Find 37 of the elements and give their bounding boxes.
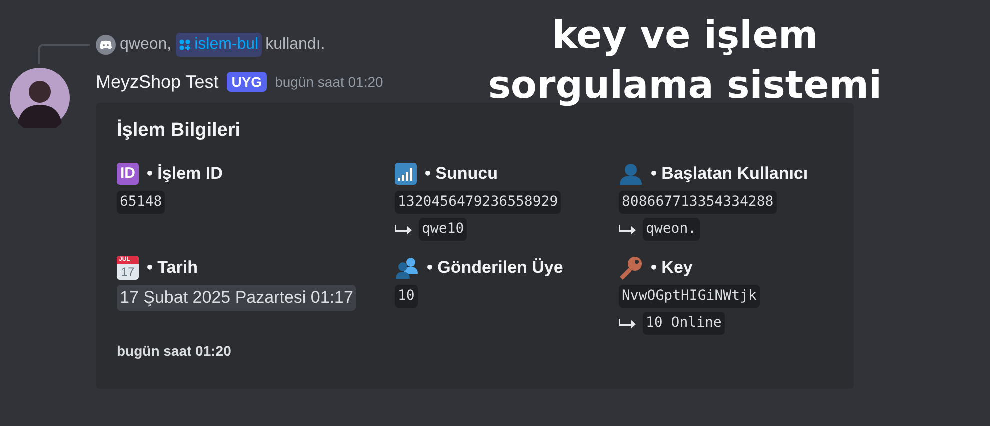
arrow-icon [619, 224, 637, 236]
app-tag: UYG [226, 72, 268, 92]
field-name: • Sunucu [425, 163, 498, 186]
user-avatar[interactable] [10, 68, 70, 128]
field-subvalue: qwe10 [419, 218, 468, 241]
arrow-icon [395, 224, 413, 236]
discord-avatar-icon [96, 35, 116, 55]
field-value: 65148 [117, 191, 166, 214]
overlay-title: key ve işlem [552, 12, 818, 59]
field-name: • İşlem ID [147, 163, 223, 186]
field-subvalue: 10 Online [643, 312, 725, 335]
field-name: • Gönderilen Üye [427, 257, 564, 280]
field-name: • Tarih [147, 257, 198, 280]
person-icon [619, 163, 643, 185]
field-name: • Başlatan Kullanıcı [651, 163, 808, 186]
embed-footer: bugün saat 01:20 [117, 341, 833, 362]
arrow-icon [619, 318, 637, 330]
embed-title: İşlem Bilgileri [117, 119, 242, 143]
command-mention[interactable]: islem-bul [176, 33, 262, 57]
signal-bars-icon [395, 163, 417, 185]
reply-suffix: kullandı. [266, 35, 326, 55]
message-time: bugün saat 01:20 [275, 72, 384, 92]
overlay-title: sorgulama sistemi [488, 62, 882, 109]
people-icon [395, 257, 419, 279]
reply-connector [38, 44, 90, 64]
field-name: • Key [651, 257, 693, 280]
field-value: NvwOGptHIGiNWtjk [619, 285, 760, 308]
timestamp: 17 Şubat 2025 Pazartesi 01:17 [117, 285, 356, 310]
id-icon: ID [117, 163, 139, 185]
reply-user[interactable]: qweon, [120, 33, 172, 57]
field-value: 10 [395, 285, 418, 308]
field-subvalue: qweon. [643, 218, 700, 241]
key-icon [619, 256, 643, 280]
field-value: 1320456479236558929 [395, 191, 562, 214]
command-icon [178, 39, 191, 51]
author-name[interactable]: MeyzShop Test [96, 68, 219, 96]
field-value: 808667713354334288 [619, 191, 777, 214]
